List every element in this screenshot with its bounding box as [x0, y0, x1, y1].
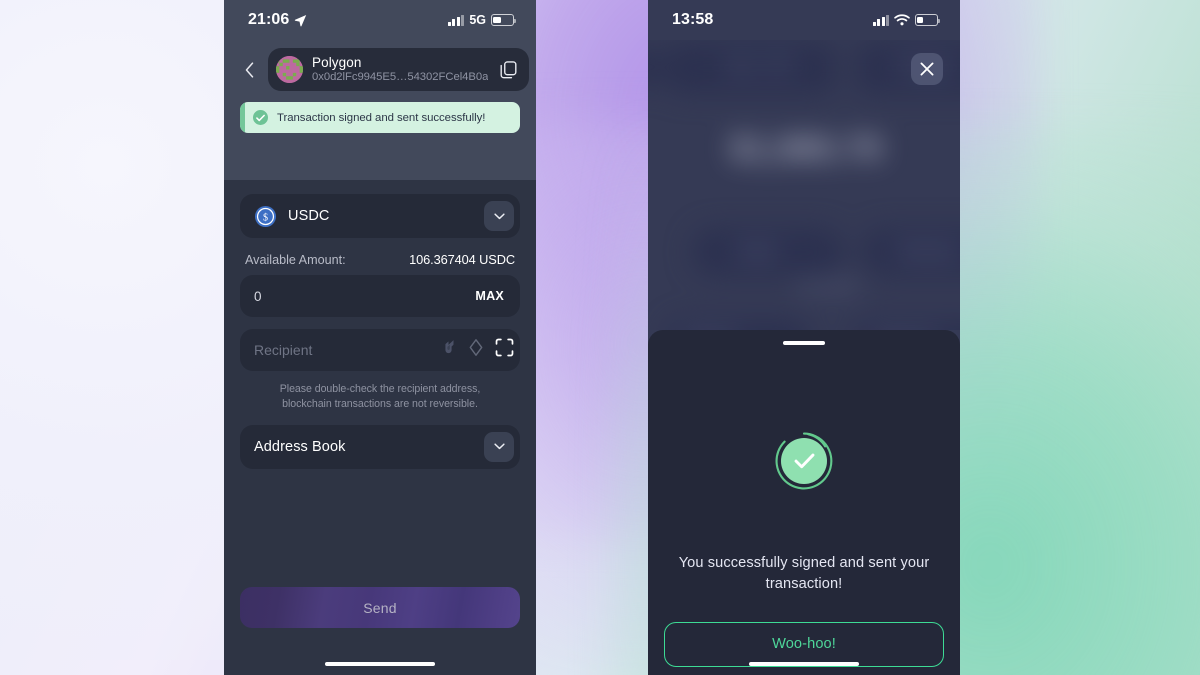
success-sheet: You successfully signed and sent your tr…: [648, 330, 960, 675]
send-form-body: Polygon 0x0d2lFc9945E5…54302FCel4B0a Tra…: [224, 40, 536, 675]
chevron-left-icon: [245, 61, 253, 78]
svg-text:$: $: [263, 212, 268, 223]
qr-scan-icon[interactable]: [495, 338, 514, 362]
blurred-address-text: 0x5…79f: [728, 58, 789, 75]
blurred-receive-label: Receive: [900, 243, 958, 260]
available-amount-row: Available Amount: 106.367404 USDC: [240, 238, 520, 275]
amount-field-row[interactable]: MAX: [240, 275, 520, 317]
ens-diamond-icon[interactable]: [469, 339, 483, 361]
blockies-avatar: [276, 56, 303, 83]
blurred-asset-card-2: [856, 320, 960, 330]
usdc-icon-svg: $: [254, 205, 277, 227]
amount-input[interactable]: [254, 288, 476, 304]
account-name: Polygon: [312, 55, 362, 71]
recipient-warning-text: Please double-check the recipient addres…: [279, 383, 481, 411]
success-check-disc: [781, 437, 827, 484]
account-text-group: Polygon 0x0d2lFc9945E5…54302FCel4B0a: [312, 55, 488, 84]
check-glyph: [794, 453, 814, 468]
location-arrow-icon: [295, 14, 307, 26]
address-book-dropdown-button[interactable]: [484, 431, 514, 462]
address-book-label: Address Book: [254, 438, 346, 455]
account-pill[interactable]: Polygon 0x0d2lFc9945E5…54302FCel4B0a: [268, 48, 530, 91]
token-selector[interactable]: $ USDC: [240, 194, 520, 238]
blurred-menu-button: [648, 46, 664, 88]
success-check-icon: [775, 432, 833, 490]
check-circle-icon: [253, 110, 268, 125]
cellular-bars-icon: [872, 14, 889, 26]
status-bar-time-group: 21:06: [248, 11, 307, 29]
token-dropdown-button[interactable]: [484, 201, 514, 231]
success-toast: Transaction signed and sent successfully…: [240, 102, 520, 133]
screenshot-stage: 21:06 5G Polygon 0x0d2lFc9945E5…54302FCe…: [0, 0, 1200, 675]
network-label: 5G: [469, 13, 486, 27]
status-bar-indicators-right: [872, 14, 941, 26]
drag-handle[interactable]: [783, 341, 825, 345]
status-time: 21:06: [248, 11, 290, 28]
unstoppable-domains-glyph: [445, 339, 454, 353]
status-bar-time-group-right: 13:58: [672, 11, 713, 29]
account-header: Polygon 0x0d2lFc9945E5…54302FCel4B0a: [224, 40, 536, 91]
send-button[interactable]: Send: [240, 587, 520, 628]
blurred-wallet-inner: 0x5…79f Polygon $1,985.79 Send Receive Y…: [648, 40, 960, 330]
close-button[interactable]: [911, 53, 943, 85]
available-amount-label: Available Amount:: [245, 253, 346, 267]
send-form-panel: $ USDC Available Amount: 106.367404 USDC: [224, 180, 536, 675]
woohoo-button[interactable]: Woo-hoo!: [664, 621, 944, 667]
status-bar-indicators-left: 5G: [447, 13, 517, 27]
blurred-send-label: Send: [738, 243, 776, 260]
address-book-selector[interactable]: Address Book: [240, 424, 520, 469]
battery-icon: [491, 14, 517, 26]
recipient-icon-group: [443, 338, 514, 362]
status-bar-right: 13:58: [648, 0, 960, 40]
blurred-section-label: You have: [796, 278, 859, 295]
account-address: 0x0d2lFc9945E5…54302FCel4B0a: [312, 70, 489, 83]
copy-icon: [500, 60, 517, 78]
chevron-down-icon: [493, 443, 505, 450]
recipient-field-row[interactable]: [240, 329, 520, 371]
cellular-bars-icon: [447, 14, 465, 26]
toast-message: Transaction signed and sent successfully…: [277, 111, 486, 124]
status-bar-left: 21:06 5G: [224, 0, 536, 40]
usdc-icon: $: [254, 205, 277, 228]
blockies-avatar-svg: [276, 56, 303, 83]
copy-address-button[interactable]: [497, 58, 519, 82]
max-button[interactable]: MAX: [475, 289, 504, 303]
blurred-asset-card-1: [668, 320, 808, 330]
recipient-input[interactable]: [254, 342, 435, 358]
success-message: You successfully signed and sent your tr…: [678, 554, 930, 592]
blurred-wallet-background: 0x5…79f Polygon $1,985.79 Send Receive Y…: [648, 40, 960, 330]
phone-screen-send-form: 21:06 5G Polygon 0x0d2lFc9945E5…54302FCe…: [224, 0, 536, 675]
phone-screen-success: 13:58 0x5…79f Polygon: [648, 0, 960, 675]
home-indicator: [749, 661, 859, 666]
available-amount-value: 106.367404 USDC: [409, 252, 515, 267]
status-time: 13:58: [672, 11, 714, 28]
ens-diamond-glyph: [469, 339, 483, 356]
back-button[interactable]: [240, 55, 258, 85]
check-glyph: [256, 114, 265, 121]
unstoppable-domains-icon[interactable]: [443, 339, 457, 361]
battery-icon: [915, 14, 941, 26]
chevron-down-icon: [493, 212, 505, 219]
wifi-icon: [894, 14, 910, 26]
home-indicator: [325, 661, 435, 666]
close-icon: [920, 62, 934, 76]
blurred-balance: $1,985.79: [730, 130, 882, 168]
success-screen-body: 0x5…79f Polygon $1,985.79 Send Receive Y…: [648, 40, 960, 675]
qr-scan-glyph: [495, 338, 514, 357]
token-symbol: USDC: [288, 208, 330, 224]
